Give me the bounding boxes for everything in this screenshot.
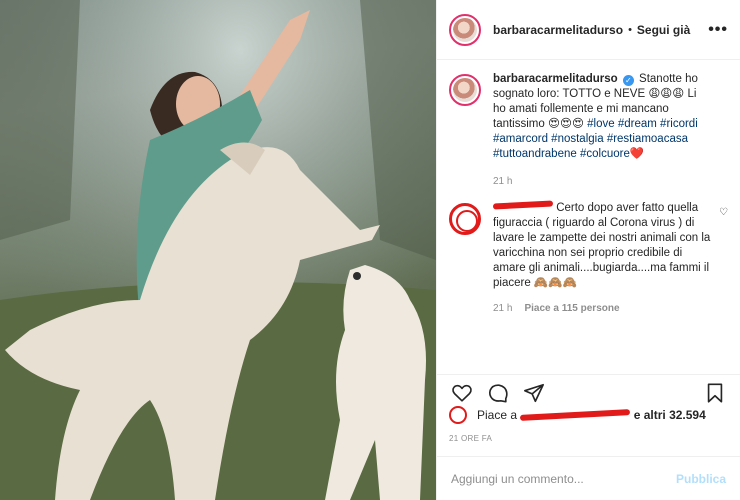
hashtag[interactable]: #dream [618, 118, 657, 130]
comment-likes[interactable]: Piace a 115 persone [524, 301, 619, 316]
caption-entry: barbaracarmelitadurso ✓ Stanotte ho sogn… [449, 72, 728, 189]
photo-illustration [0, 0, 436, 500]
comments-list[interactable]: barbaracarmelitadurso ✓ Stanotte ho sogn… [437, 60, 740, 374]
caption-username[interactable]: barbaracarmelitadurso [493, 73, 618, 85]
likes-summary[interactable]: Piace a e altri 32.594 [449, 404, 728, 426]
verified-icon: ✓ [622, 75, 634, 86]
author-username[interactable]: barbaracarmelitadurso [493, 23, 623, 37]
comment-avatar-redacted [449, 203, 481, 235]
hashtag[interactable]: #restiamoacasa [607, 133, 688, 145]
redacted-username [492, 200, 554, 210]
heart-icon[interactable] [449, 380, 475, 406]
hashtag[interactable]: #ricordi [660, 118, 698, 130]
following-button[interactable]: Segui già [637, 23, 690, 37]
comment-meta: 21 h Piace a 115 persone [493, 301, 711, 316]
author-avatar[interactable] [449, 13, 481, 46]
hashtag[interactable]: #love [587, 118, 615, 130]
bookmark-icon[interactable] [702, 380, 728, 406]
hashtag[interactable]: #colcuore❤️ [580, 148, 644, 160]
redacted-liker-name [520, 409, 631, 421]
hashtag[interactable]: #amarcord [493, 133, 548, 145]
post-timestamp[interactable]: 21 ORE FA [449, 434, 492, 443]
likes-count[interactable]: e altri 32.594 [634, 408, 706, 422]
comment-time[interactable]: 21 h [493, 301, 512, 316]
comment-icon[interactable] [485, 380, 511, 406]
liker-avatar-redacted [449, 406, 467, 424]
hashtag[interactable]: #nostalgia [551, 133, 603, 145]
caption-avatar[interactable] [449, 74, 481, 106]
add-comment-bar: Pubblica [437, 456, 740, 500]
post-header: barbaracarmelitadurso • Segui già ••• [437, 0, 740, 60]
comment-input[interactable] [451, 471, 676, 486]
share-icon[interactable] [521, 380, 547, 406]
comment-text: Certo dopo aver fatto quella figuraccia … [493, 202, 711, 289]
caption-meta: 21 h [493, 174, 711, 189]
likes-prefix: Piace a [477, 408, 518, 422]
header-separator: • [628, 23, 632, 36]
post-photo[interactable] [0, 0, 436, 500]
comment-like-heart-icon[interactable]: ♡ [719, 201, 728, 316]
post-side-panel: barbaracarmelitadurso • Segui già ••• ba… [436, 0, 740, 500]
hashtag[interactable]: #tuttoandrabene [493, 148, 577, 160]
comment-entry: Certo dopo aver fatto quella figuraccia … [449, 200, 728, 316]
more-icon[interactable]: ••• [708, 21, 728, 38]
publish-button[interactable]: Pubblica [676, 472, 726, 486]
caption-time[interactable]: 21 h [493, 174, 512, 189]
